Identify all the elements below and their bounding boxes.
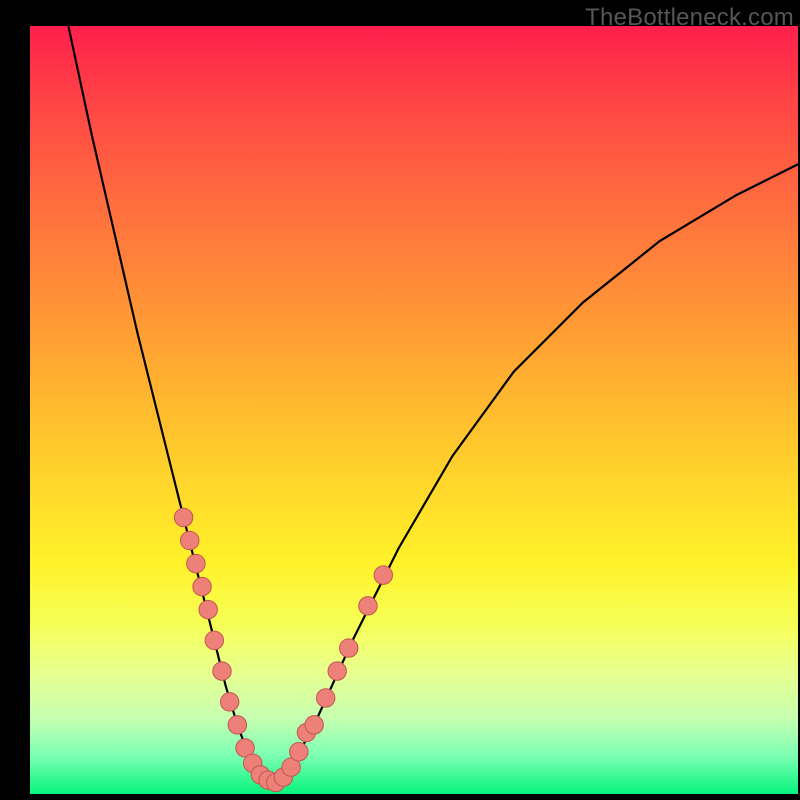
bottleneck-curve [68,26,798,782]
highlight-dot [205,631,223,649]
highlight-dots-group [174,508,392,791]
highlight-dot [290,743,308,761]
highlight-dot [181,531,199,549]
highlight-dot [174,508,192,526]
highlight-dot [328,662,346,680]
highlight-dot [374,566,392,584]
highlight-dot [359,597,377,615]
highlight-dot [316,689,334,707]
highlight-dot [305,716,323,734]
highlight-dot [199,600,217,618]
highlight-dot [228,716,246,734]
highlight-dot [193,577,211,595]
chart-svg [30,26,798,794]
highlight-dot [187,554,205,572]
highlight-dot [213,662,231,680]
watermark-text: TheBottleneck.com [585,4,794,32]
chart-frame: TheBottleneck.com [0,0,800,800]
highlight-dot [220,693,238,711]
chart-plot-area [30,26,798,794]
highlight-dot [340,639,358,657]
